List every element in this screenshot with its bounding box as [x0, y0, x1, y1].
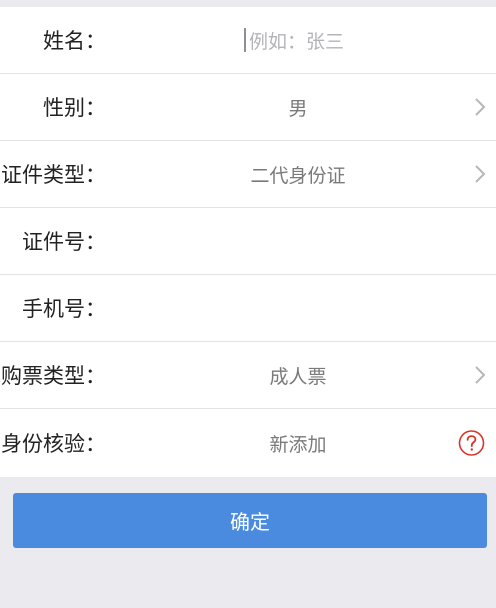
help-icon[interactable] [458, 430, 485, 457]
text-cursor [244, 28, 246, 52]
ticket-type-row[interactable]: 购票类型： 成人票 [0, 342, 496, 409]
identity-check-value: 新添加 [269, 433, 327, 456]
ticket-type-value[interactable]: 成人票 [150, 342, 446, 408]
top-strip [0, 0, 496, 7]
id-number-label: 证件号： [22, 230, 106, 254]
phone-label: 手机号： [22, 297, 106, 321]
id-type-label: 证件类型： [1, 163, 106, 187]
chevron-right-icon[interactable] [474, 164, 486, 184]
identity-check-label: 身份核验： [1, 432, 106, 456]
name-placeholder: 例如：张三 [249, 30, 345, 53]
name-row[interactable]: 姓名： 例如：张三 [0, 7, 496, 74]
ticket-type-label: 购票类型： [1, 364, 106, 388]
id-type-row[interactable]: 证件类型： 二代身份证 [0, 141, 496, 208]
id-number-row[interactable]: 证件号： [0, 208, 496, 275]
name-label: 姓名： [43, 29, 106, 53]
chevron-right-icon[interactable] [474, 97, 486, 117]
gender-label: 性别： [43, 96, 106, 120]
chevron-right-icon[interactable] [474, 365, 486, 385]
passenger-form: 姓名： 例如：张三 性别： 男 证件类型： 二代身份证 证件号： 手机号： 购票… [0, 7, 496, 477]
confirm-button[interactable]: 确定 [13, 493, 487, 548]
phone-row[interactable]: 手机号： [0, 275, 496, 342]
gender-row[interactable]: 性别： 男 [0, 74, 496, 141]
name-input[interactable]: 例如：张三 [150, 7, 446, 73]
id-type-value[interactable]: 二代身份证 [150, 141, 446, 207]
gender-value[interactable]: 男 [150, 74, 446, 140]
id-number-input[interactable] [150, 208, 446, 274]
phone-input[interactable] [150, 275, 446, 341]
identity-check-row[interactable]: 身份核验： 新添加 [0, 409, 496, 477]
